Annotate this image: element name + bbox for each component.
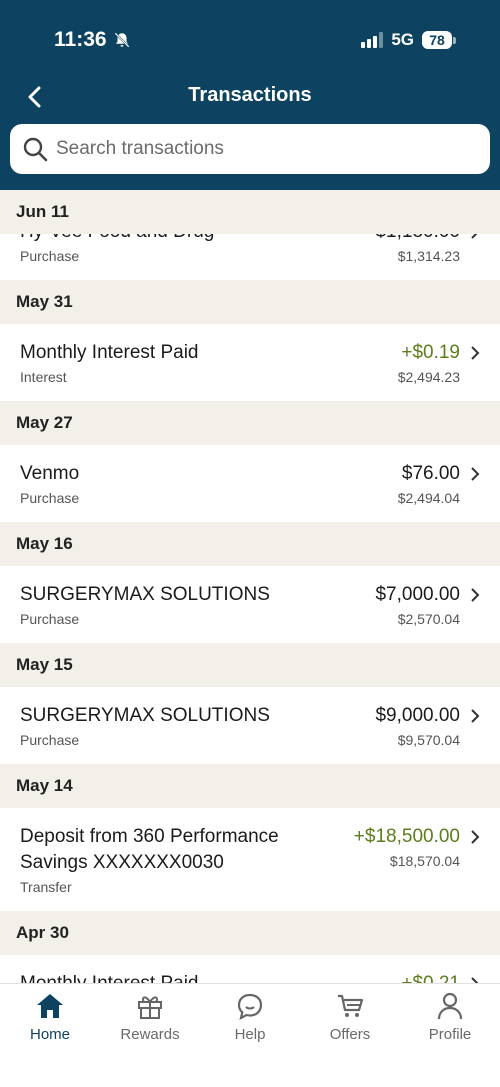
transaction-amount: $7,000.00 bbox=[375, 584, 460, 605]
battery-icon: 78 bbox=[422, 31, 456, 49]
date-header: May 14 bbox=[0, 764, 500, 808]
search-input[interactable] bbox=[56, 138, 456, 160]
transaction-balance: $18,570.04 bbox=[389, 853, 460, 869]
transaction-type: Purchase bbox=[20, 248, 80, 264]
tab-profile[interactable]: Profile bbox=[400, 984, 500, 1087]
bell-muted-icon bbox=[114, 32, 130, 48]
transaction-amount: +$0.19 bbox=[401, 342, 460, 363]
transaction-row[interactable]: Venmo Purchase $76.00 $2,494.04 bbox=[0, 445, 500, 522]
transaction-name: Monthly Interest Paid bbox=[20, 342, 199, 363]
top-bar: 11:36 5G 78 Transactions bbox=[0, 0, 500, 190]
transaction-row[interactable]: Monthly Interest Paid Interest +$0.21 bbox=[0, 955, 500, 983]
transaction-balance: $2,494.04 bbox=[397, 490, 460, 506]
chevron-right-icon bbox=[471, 346, 480, 360]
home-icon bbox=[37, 994, 63, 1018]
chevron-right-icon bbox=[471, 709, 480, 723]
person-icon bbox=[437, 992, 463, 1020]
transaction-row-partial[interactable]: Hy-Vee Food and Drug Purchase $1,180.00 … bbox=[0, 234, 500, 280]
transaction-balance: $1,314.23 bbox=[397, 248, 460, 264]
tab-home[interactable]: Home bbox=[0, 984, 100, 1087]
transaction-balance: $2,570.04 bbox=[397, 611, 460, 627]
chevron-right-icon bbox=[471, 830, 480, 844]
chevron-right-icon bbox=[471, 467, 480, 481]
network-label: 5G bbox=[391, 30, 414, 49]
transaction-row[interactable]: SURGERYMAX SOLUTIONS Purchase $7,000.00 … bbox=[0, 566, 500, 643]
chat-bubble-icon bbox=[237, 993, 263, 1020]
transaction-row[interactable]: SURGERYMAX SOLUTIONS Purchase $9,000.00 … bbox=[0, 687, 500, 764]
transaction-name: Hy-Vee Food and Drug bbox=[20, 234, 214, 245]
transaction-type: Purchase bbox=[20, 732, 80, 748]
cart-icon bbox=[338, 994, 364, 1017]
transaction-row[interactable]: Deposit from 360 Performance Savings XXX… bbox=[0, 808, 500, 911]
transaction-name: Monthly Interest Paid bbox=[20, 971, 198, 983]
gift-icon bbox=[138, 996, 162, 1019]
tab-label: Help bbox=[234, 1026, 266, 1043]
status-time-text: 11:36 bbox=[54, 28, 107, 51]
date-header: Jun 11 bbox=[0, 190, 500, 234]
search-icon bbox=[23, 137, 48, 162]
transaction-list[interactable]: Jun 11 Hy-Vee Food and Drug Purchase $1,… bbox=[0, 190, 500, 983]
transaction-type: Purchase bbox=[20, 490, 80, 506]
chevron-right-icon bbox=[471, 588, 480, 602]
transaction-row[interactable]: Monthly Interest Paid Interest +$0.19 $2… bbox=[0, 324, 500, 401]
transaction-amount: +$18,500.00 bbox=[353, 826, 460, 847]
transaction-amount: $9,000.00 bbox=[375, 705, 460, 726]
chevron-right-icon bbox=[471, 234, 478, 239]
tab-label: Profile bbox=[428, 1026, 472, 1043]
tab-label: Offers bbox=[329, 1026, 371, 1043]
tab-offers[interactable]: Offers bbox=[300, 984, 400, 1087]
status-time: 11:36 bbox=[54, 28, 131, 52]
transaction-type: Transfer bbox=[20, 879, 72, 895]
page-title: Transactions bbox=[188, 84, 312, 106]
tab-help[interactable]: Help bbox=[200, 984, 300, 1087]
transaction-name: SURGERYMAX SOLUTIONS bbox=[20, 705, 270, 726]
transaction-name: Deposit from 360 Performance Savings XXX… bbox=[20, 826, 279, 873]
transaction-type: Purchase bbox=[20, 611, 80, 627]
transaction-amount: $76.00 bbox=[401, 463, 460, 484]
transaction-name: SURGERYMAX SOLUTIONS bbox=[20, 584, 270, 605]
transaction-type: Interest bbox=[20, 369, 67, 385]
transaction-amount: +$0.21 bbox=[401, 971, 460, 983]
date-header: May 27 bbox=[0, 401, 500, 445]
date-header: Apr 30 bbox=[0, 911, 500, 955]
status-indicators: 5G 78 bbox=[361, 30, 456, 50]
transaction-balance: $2,494.23 bbox=[397, 369, 460, 385]
signal-icon bbox=[361, 32, 384, 48]
date-header: May 31 bbox=[0, 280, 500, 324]
battery-level: 78 bbox=[422, 31, 452, 49]
date-header: May 15 bbox=[0, 643, 500, 687]
transaction-balance: $9,570.04 bbox=[397, 732, 460, 748]
tab-label: Home bbox=[29, 1026, 70, 1043]
transaction-name: Venmo bbox=[20, 463, 80, 484]
tab-label: Rewards bbox=[120, 1026, 180, 1043]
transaction-row[interactable]: Hy-Vee Food and Drug Purchase $1,180.00 … bbox=[0, 234, 500, 280]
tab-rewards[interactable]: Rewards bbox=[100, 984, 200, 1087]
date-header: May 16 bbox=[0, 522, 500, 566]
tab-bar: Home Rewards Help Offers Profile bbox=[0, 983, 500, 1087]
search-bar[interactable] bbox=[10, 124, 490, 174]
transaction-amount: $1,180.00 bbox=[375, 234, 460, 245]
